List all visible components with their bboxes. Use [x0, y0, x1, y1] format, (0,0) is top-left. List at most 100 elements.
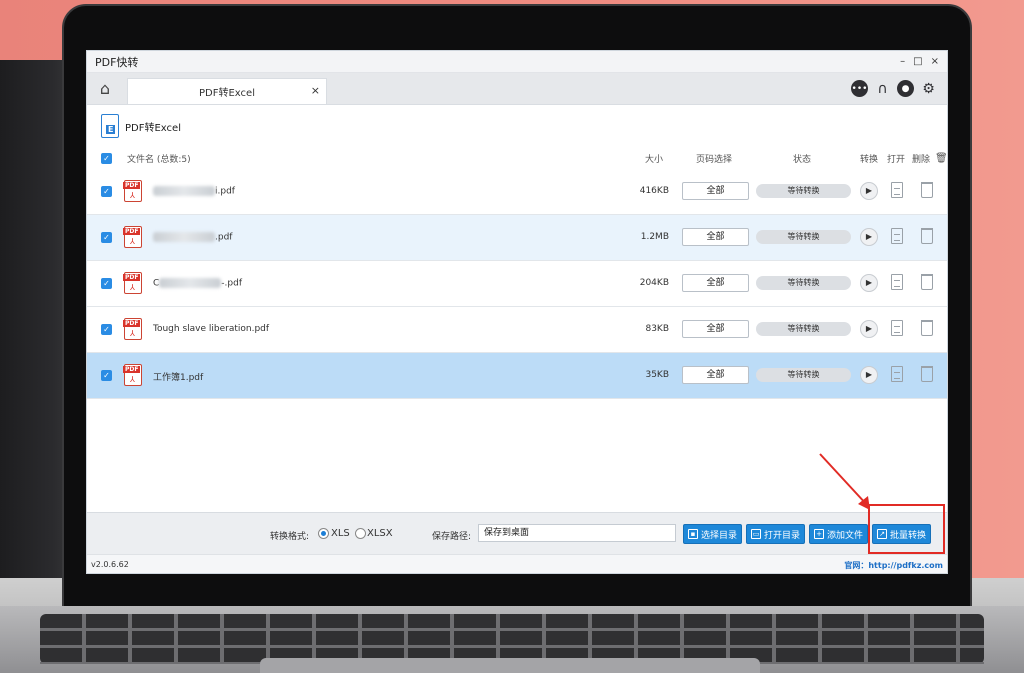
toolbar-icons: ••• ∩ ● ⚙ — [851, 80, 937, 97]
open-file-icon[interactable] — [891, 228, 903, 244]
open-file-icon[interactable] — [891, 182, 903, 198]
page-select-button[interactable]: 全部 — [682, 182, 749, 200]
column-size: 大小 — [645, 154, 664, 165]
tab-close-icon[interactable]: × — [311, 84, 320, 97]
table-row[interactable]: ✓ i.pdf 416KB 全部 等待转换 ▶ — [87, 169, 947, 215]
delete-all-icon[interactable]: 🗑 — [935, 153, 947, 164]
plus-icon: + — [814, 529, 824, 539]
convert-play-icon[interactable]: ▶ — [860, 366, 878, 384]
file-name: Tough slave liberation.pdf — [153, 324, 270, 334]
file-list: ✓ i.pdf 416KB 全部 等待转换 ▶ ✓ .pdf 1.2MB 全部 … — [87, 169, 947, 399]
select-all-checkbox[interactable]: ✓ — [101, 152, 112, 164]
home-icon[interactable]: ⌂ — [87, 72, 123, 104]
open-file-icon[interactable] — [891, 366, 903, 382]
blurred-text — [159, 278, 222, 288]
page-select-button[interactable]: 全部 — [682, 366, 749, 384]
folder-icon: ▭ — [751, 529, 761, 539]
file-name: i.pdf — [153, 186, 235, 197]
format-radio-xlsx[interactable] — [355, 528, 366, 539]
window-controls: – □ × — [900, 56, 939, 67]
file-size: 416KB — [639, 186, 669, 196]
format-option-xlsx[interactable]: XLSX — [367, 528, 393, 539]
app-title: PDF快转 — [95, 55, 139, 69]
format-option-xls[interactable]: XLS — [331, 528, 350, 539]
delete-icon[interactable] — [921, 320, 933, 336]
convert-play-icon[interactable]: ▶ — [860, 228, 878, 246]
delete-icon[interactable] — [921, 182, 933, 198]
format-label: 转换格式: — [270, 532, 310, 542]
column-delete: 删除 — [912, 154, 931, 165]
delete-icon[interactable] — [921, 366, 933, 382]
table-row[interactable]: ✓ .pdf 1.2MB 全部 等待转换 ▶ — [87, 215, 947, 261]
column-page-select: 页码选择 — [696, 154, 733, 165]
headset-icon[interactable]: ∩ — [874, 80, 891, 97]
open-file-icon[interactable] — [891, 320, 903, 336]
laptop-trackpad — [260, 658, 760, 673]
file-name: 工作簿1.pdf — [153, 373, 204, 383]
open-file-icon[interactable] — [891, 274, 903, 290]
save-path-input[interactable]: 保存到桌面 — [478, 524, 676, 542]
file-size: 35KB — [645, 370, 669, 380]
column-open: 打开 — [887, 154, 906, 165]
convert-play-icon[interactable]: ▶ — [860, 182, 878, 200]
file-name: .pdf — [153, 232, 232, 243]
pdf-file-icon — [123, 364, 142, 386]
status-bar: v2.0.6.62 官网：http://pdfkz.com — [87, 554, 947, 573]
version-label: v2.0.6.62 — [91, 560, 129, 569]
tab-pdf-to-excel[interactable]: PDF转Excel × — [127, 78, 327, 104]
user-icon[interactable]: ● — [897, 80, 914, 97]
save-path-label: 保存路径: — [432, 532, 472, 542]
excel-file-icon — [101, 114, 119, 138]
gear-icon[interactable]: ⚙ — [920, 80, 937, 97]
row-checkbox[interactable]: ✓ — [101, 278, 112, 289]
delete-icon[interactable] — [921, 274, 933, 290]
pdf-file-icon — [123, 272, 142, 294]
open-dir-button[interactable]: ▭ 打开目录 — [746, 524, 806, 544]
convert-play-icon[interactable]: ▶ — [860, 274, 878, 292]
table-row[interactable]: ✓ C-.pdf 204KB 全部 等待转换 ▶ — [87, 261, 947, 307]
page-header: PDF转Excel — [87, 105, 947, 147]
tab-label: PDF转Excel — [199, 88, 255, 99]
row-checkbox[interactable]: ✓ — [101, 370, 112, 381]
pdf-file-icon — [123, 318, 142, 340]
laptop-keyboard — [40, 614, 984, 664]
status-badge: 等待转换 — [756, 184, 851, 198]
table-row[interactable]: ✓ Tough slave liberation.pdf 83KB 全部 等待转… — [87, 307, 947, 353]
table-row[interactable]: ✓ 工作簿1.pdf 35KB 全部 等待转换 ▶ — [87, 353, 947, 399]
convert-play-icon[interactable]: ▶ — [860, 320, 878, 338]
choose-dir-button[interactable]: ▪ 选择目录 — [683, 524, 743, 544]
status-badge: 等待转换 — [756, 276, 851, 290]
page-select-button[interactable]: 全部 — [682, 274, 749, 292]
annotation-highlight-box — [868, 504, 945, 554]
column-filename: 文件名 (总数:5) — [127, 154, 191, 165]
column-status: 状态 — [793, 154, 812, 165]
page-title: PDF转Excel — [125, 122, 181, 134]
status-badge: 等待转换 — [756, 322, 851, 336]
status-badge: 等待转换 — [756, 368, 851, 382]
minimize-button[interactable]: – — [900, 56, 905, 67]
format-radio-xls[interactable] — [318, 528, 329, 539]
file-size: 83KB — [645, 324, 669, 334]
column-convert: 转换 — [860, 154, 879, 165]
maximize-button[interactable]: □ — [913, 56, 922, 67]
title-bar: PDF快转 – □ × — [87, 51, 947, 73]
page-select-button[interactable]: 全部 — [682, 320, 749, 338]
website-link[interactable]: 官网：http://pdfkz.com — [844, 560, 943, 571]
table-header: ✓ 文件名 (总数:5) 大小 页码选择 状态 转换 打开 删除 🗑 — [87, 147, 947, 169]
status-badge: 等待转换 — [756, 230, 851, 244]
tab-bar: ⌂ PDF转Excel × ••• ∩ ● ⚙ — [87, 73, 947, 105]
row-checkbox[interactable]: ✓ — [101, 232, 112, 243]
bottom-toolbar: 转换格式: XLS XLSX 保存路径: 保存到桌面 ▪ 选择目录 ▭ 打开目录… — [87, 512, 947, 554]
page-select-button[interactable]: 全部 — [682, 228, 749, 246]
row-checkbox[interactable]: ✓ — [101, 324, 112, 335]
save-icon: ▪ — [688, 529, 698, 539]
row-checkbox[interactable]: ✓ — [101, 186, 112, 197]
delete-icon[interactable] — [921, 228, 933, 244]
chat-icon[interactable]: ••• — [851, 80, 868, 97]
blurred-text — [153, 232, 215, 242]
blurred-text — [153, 186, 215, 196]
pdf-file-icon — [123, 180, 142, 202]
add-file-button[interactable]: + 添加文件 — [809, 524, 869, 544]
file-size: 1.2MB — [640, 232, 669, 242]
close-button[interactable]: × — [931, 56, 939, 67]
